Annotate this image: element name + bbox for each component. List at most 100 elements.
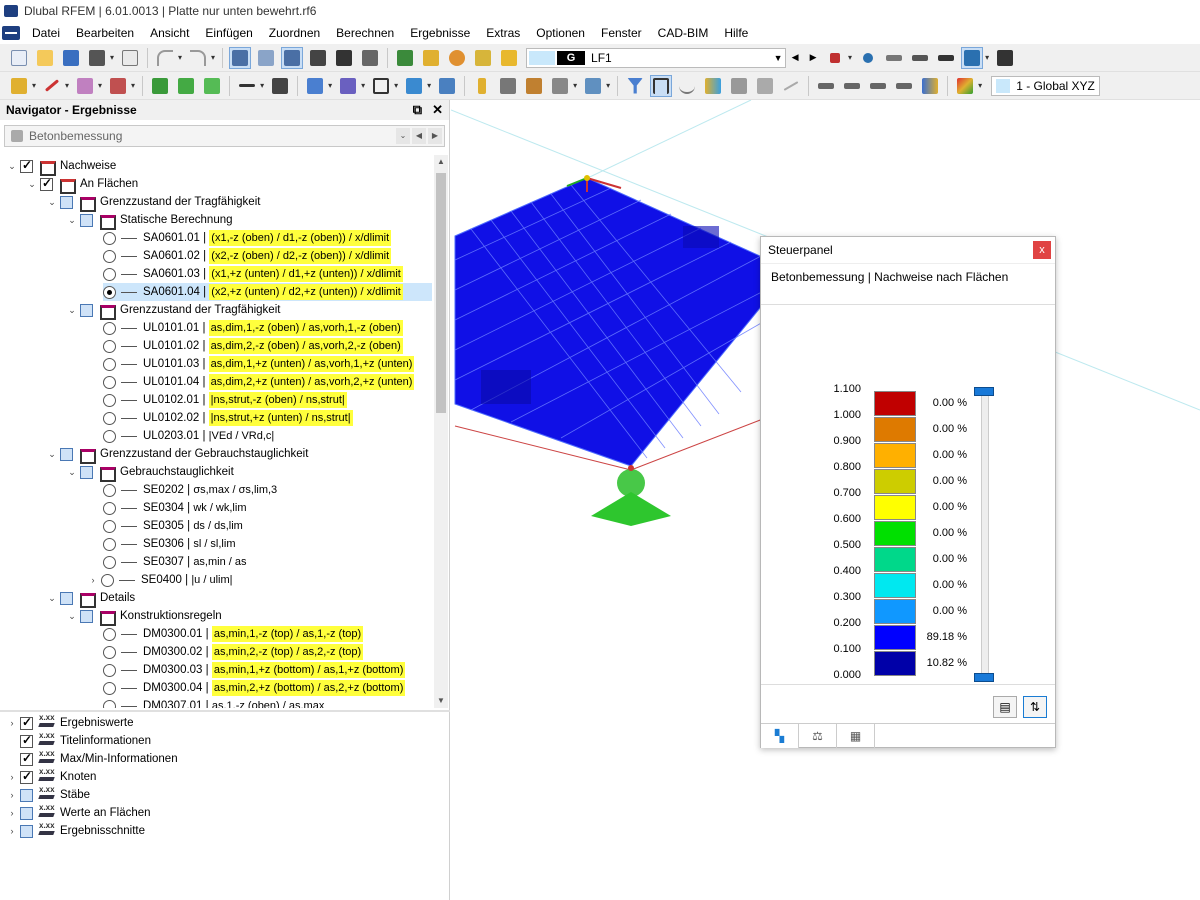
chevron-down-icon[interactable]: ⌄ <box>396 128 410 144</box>
tab-factors-icon[interactable]: ⚖ <box>799 724 837 748</box>
radio[interactable] <box>103 699 116 708</box>
menu-hilfe[interactable]: Hilfe <box>716 22 756 44</box>
checkbox[interactable] <box>20 158 33 173</box>
load-icon[interactable] <box>149 75 171 97</box>
tree-item-knoten[interactable]: › Knoten <box>6 767 96 786</box>
tree-item-sa0601-03[interactable]: SA0601.03 | (x1,+z (unten) / d1,+z (unte… <box>103 265 403 283</box>
menu-berechnen[interactable]: Berechnen <box>328 22 402 44</box>
tree-item-sa0601-01[interactable]: SA0601.01 | (x1,-z (oben) / d1,-z (oben)… <box>103 229 392 247</box>
filter-icon[interactable] <box>624 75 646 97</box>
chevron-right-icon[interactable]: › <box>6 772 18 782</box>
box-icon[interactable] <box>370 75 392 97</box>
radio[interactable] <box>103 357 116 371</box>
calc-all-icon[interactable] <box>394 47 416 69</box>
open-folder-icon[interactable] <box>34 47 56 69</box>
radio[interactable] <box>103 483 116 497</box>
slider-max-handle[interactable] <box>974 387 994 396</box>
cube-icon[interactable] <box>436 75 458 97</box>
checkbox[interactable] <box>60 591 73 605</box>
snap-icon[interactable] <box>523 75 545 97</box>
slider-min-handle[interactable] <box>974 673 994 682</box>
splitter[interactable] <box>0 710 450 712</box>
menu-extras[interactable]: Extras <box>478 22 528 44</box>
probe-icon[interactable] <box>857 47 879 69</box>
solid-result-icon[interactable] <box>728 75 750 97</box>
chevron-right-icon[interactable]: › <box>6 790 18 800</box>
legend-range-slider[interactable] <box>981 391 989 677</box>
panel-toggle-icon[interactable] <box>281 46 304 69</box>
checkbox[interactable] <box>60 447 73 461</box>
settings-icon[interactable]: ▤ <box>993 696 1017 718</box>
radio[interactable] <box>103 519 116 533</box>
section-icon[interactable] <box>754 75 776 97</box>
checkbox[interactable] <box>20 751 33 766</box>
radio[interactable] <box>103 537 116 551</box>
save-icon[interactable] <box>60 47 82 69</box>
radio[interactable] <box>101 573 114 587</box>
menu-einfuegen[interactable]: Einfügen <box>197 22 260 44</box>
view-mode-icon[interactable] <box>961 46 984 69</box>
tree-item-dm0300-03[interactable]: DM0300.03 | as,min,1,+z (bottom) / as,1,… <box>103 661 406 679</box>
chevron-down-icon[interactable]: ⌄ <box>26 179 38 190</box>
tree-item-se0305[interactable]: SE0305 | ds / ds,lim <box>103 517 243 535</box>
tree-item-ul0101-04[interactable]: UL0101.04 | as,dim,2,+z (unten) / as,vor… <box>103 373 415 391</box>
legend-options-icon[interactable]: ⇅ <box>1023 696 1047 718</box>
guide-icon[interactable] <box>549 75 571 97</box>
support-icon[interactable] <box>107 75 129 97</box>
chevron-down-icon[interactable]: ⌄ <box>66 215 78 226</box>
checkbox[interactable] <box>80 213 93 227</box>
sc-icon[interactable] <box>333 47 355 69</box>
line-result-icon[interactable] <box>780 75 802 97</box>
tree-item-werte-flaechen[interactable]: › Werte an Flächen <box>6 803 151 822</box>
tree-item-an-flaechen[interactable]: ⌄ An Flächen <box>26 175 138 194</box>
chevron-right-icon[interactable]: › <box>6 826 18 836</box>
chevron-down-icon[interactable]: ⌄ <box>46 593 58 604</box>
color-scale-icon[interactable] <box>919 75 941 97</box>
menu-cad-bim[interactable]: CAD-BIM <box>650 22 717 44</box>
tree-item-dm0300-02[interactable]: DM0300.02 | as,min,2,-z (top) / as,2,-z … <box>103 643 364 661</box>
scroll-up-icon[interactable]: ▲ <box>434 155 448 169</box>
radio[interactable] <box>103 645 116 659</box>
tree-item-maxmin[interactable]: Max/Min-Informationen <box>6 749 178 768</box>
chevron-down-icon[interactable]: ⌄ <box>46 197 58 208</box>
tree-item-nachweise[interactable]: ⌄ Nachweise <box>6 157 116 176</box>
chevron-down-icon[interactable]: ▼ <box>771 53 785 63</box>
radio[interactable] <box>103 285 116 299</box>
radio[interactable] <box>103 339 116 353</box>
member-icon[interactable] <box>74 75 96 97</box>
menu-bearbeiten[interactable]: Bearbeiten <box>68 22 142 44</box>
radio[interactable] <box>103 375 116 389</box>
iso4-icon[interactable] <box>893 75 915 97</box>
tree-item-ul0102-02[interactable]: UL0102.02 | |ns,strut,+z (unten) / ns,st… <box>103 409 353 427</box>
list-icon[interactable] <box>359 47 381 69</box>
menu-ergebnisse[interactable]: Ergebnisse <box>402 22 478 44</box>
chevron-right-icon[interactable]: › <box>6 808 18 818</box>
checkbox[interactable] <box>20 824 33 838</box>
chevron-right-icon[interactable]: › <box>6 718 18 728</box>
radio[interactable] <box>103 267 116 281</box>
checkbox[interactable] <box>20 733 33 748</box>
system-menu-icon[interactable] <box>2 26 20 40</box>
chevron-down-icon[interactable]: ⌄ <box>46 449 58 460</box>
scroll-down-icon[interactable]: ▼ <box>434 694 448 708</box>
animation-icon[interactable] <box>498 47 520 69</box>
restore-icon[interactable]: ⧉ <box>413 102 422 118</box>
values-on-icon[interactable] <box>909 47 931 69</box>
iso3-icon[interactable] <box>867 75 889 97</box>
mesh-icon[interactable] <box>497 75 519 97</box>
results-icon[interactable] <box>446 47 468 69</box>
radio[interactable] <box>103 411 116 425</box>
tree-item-gzt2[interactable]: ⌄ Grenzzustand der Tragfähigkeit <box>66 301 280 320</box>
tree-item-staebe[interactable]: › Stäbe <box>6 785 90 804</box>
radio[interactable] <box>103 501 116 515</box>
solid-icon[interactable] <box>304 75 326 97</box>
radio[interactable] <box>103 393 116 407</box>
tree-item-ul0101-01[interactable]: UL0101.01 | as,dim,1,-z (oben) / as,vorh… <box>103 319 403 337</box>
menu-zuordnen[interactable]: Zuordnen <box>261 22 328 44</box>
tree-item-statische[interactable]: ⌄ Statische Berechnung <box>66 211 233 230</box>
checkbox[interactable] <box>40 176 53 191</box>
tree-item-konstruktionsregeln[interactable]: ⌄ Konstruktionsregeln <box>66 607 222 626</box>
next-load-case-icon[interactable]: ▶ <box>806 47 820 69</box>
checkbox[interactable] <box>20 769 33 784</box>
script-icon[interactable] <box>307 47 329 69</box>
